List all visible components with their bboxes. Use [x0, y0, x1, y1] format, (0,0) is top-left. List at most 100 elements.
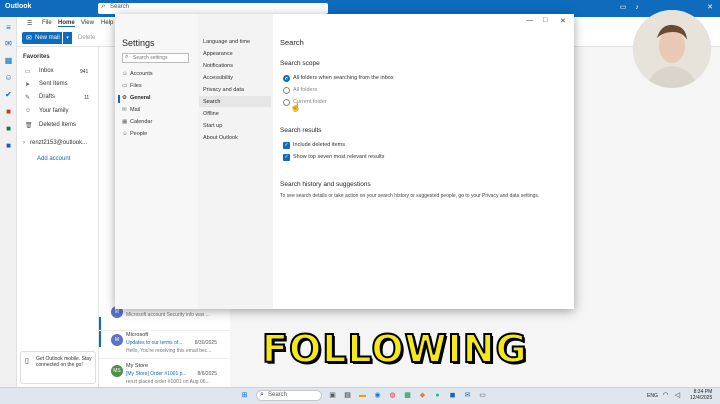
close-icon[interactable]: ✕ — [705, 3, 715, 13]
subnav-accessibility[interactable]: Accessibility — [203, 75, 233, 81]
file-explorer-icon[interactable]: ▬ — [357, 390, 368, 401]
subnav-startup[interactable]: Start up — [203, 123, 222, 129]
speaker-icon[interactable]: ◁ — [672, 390, 683, 401]
todo-icon[interactable]: ✔ — [3, 89, 14, 100]
message-preview: Microsoft account Security info was ... — [126, 312, 210, 318]
wifi-icon[interactable]: ◠ — [660, 390, 671, 401]
nav-people-label: People — [130, 131, 148, 137]
list-item[interactable]: M Microsoft Updates to our terms of... 8… — [99, 329, 231, 359]
account-name[interactable]: renzt2153@outlook... — [30, 140, 87, 146]
delete-button[interactable]: Delete — [78, 35, 95, 41]
minimize-icon[interactable]: — — [526, 17, 533, 24]
inbox-icon: ▭ — [25, 69, 31, 75]
group-icon: ☺ — [25, 108, 32, 114]
task-view-icon[interactable]: ▤ — [342, 390, 353, 401]
search-box[interactable]: ⌕ Search — [98, 3, 328, 14]
taskbar-search-label: Search — [268, 392, 288, 398]
mail-icon: ✉ — [122, 107, 127, 113]
settings-search-input[interactable]: ⌕ Search settings — [122, 53, 189, 63]
message-preview: renzt placed order #1001 on Aug 06... — [126, 379, 210, 385]
checkbox-top-seven[interactable]: ✓ — [283, 154, 290, 161]
subnav-notifications[interactable]: Notifications — [203, 63, 233, 69]
mail-icon[interactable]: ✉ — [3, 38, 14, 49]
favorites-header[interactable]: Favorites — [23, 54, 50, 60]
message-subject: Updates to our terms of... — [126, 340, 183, 346]
subnav-offline[interactable]: Offline — [203, 111, 219, 117]
screen: Outlook ⌕ Search ▭ ♪ ✕ ≡ ✉ ▦ ☺ ✔ ■ ■ ■ ☰… — [0, 0, 720, 404]
folder-drafts[interactable]: Drafts — [39, 94, 55, 100]
drafts-count: 11 — [84, 95, 90, 101]
list-item[interactable]: MS My Store [My Store] Order #1001 p... … — [99, 360, 231, 390]
promo-text: Get Outlook mobile. Stay connected on th… — [36, 356, 92, 368]
subnav-language[interactable]: Language and time — [203, 39, 250, 45]
mobile-promo[interactable]: ▯ Get Outlook mobile. Stay connected on … — [20, 351, 96, 384]
new-mail-label: New mail — [35, 35, 60, 41]
people-icon[interactable]: ☺ — [3, 72, 14, 83]
settings-search-placeholder: Search settings — [133, 55, 168, 61]
radio-all-folders-inbox[interactable] — [283, 75, 290, 82]
dialog-close-icon[interactable]: ✕ — [560, 17, 566, 25]
windows-start-icon[interactable]: ⊞ — [239, 390, 250, 401]
subnav-privacy[interactable]: Privacy and data — [203, 87, 244, 93]
checkbox-include-deleted[interactable]: ✓ — [283, 142, 290, 149]
bell-icon[interactable]: ♪ — [632, 3, 642, 13]
edge-icon[interactable]: ◉ — [372, 390, 383, 401]
nav-people[interactable]: ☺ People — [122, 131, 147, 137]
settings-content — [273, 14, 574, 309]
folder-pane: Favorites ▭ Inbox 941 ➤ Sent Items ✎ Dra… — [17, 47, 98, 387]
nav-accounts[interactable]: ☺ Accounts — [122, 71, 153, 77]
maximize-icon[interactable]: □ — [543, 17, 547, 24]
person-icon: ☺ — [122, 71, 128, 77]
gear-icon: ⚙ — [122, 95, 127, 101]
message-subject: [My Store] Order #1001 p... — [126, 371, 187, 377]
nav-general[interactable]: ⚙ General — [122, 95, 150, 101]
clock-date: 12/4/2025 — [690, 395, 713, 401]
app-icon[interactable]: ▭ — [477, 390, 488, 401]
nav-calendar[interactable]: ▦ Calendar — [122, 119, 152, 125]
tab-help[interactable]: Help — [101, 20, 113, 26]
nav-files[interactable]: ▭ Files — [122, 83, 142, 89]
nav-mail[interactable]: ✉ Mail — [122, 107, 140, 113]
radio-current-folder[interactable] — [283, 99, 290, 106]
meet-now-icon[interactable]: ▭ — [618, 3, 628, 13]
settings-subnav — [198, 14, 273, 309]
nav-calendar-label: Calendar — [130, 119, 153, 125]
add-account-button[interactable]: Add account — [37, 156, 70, 162]
menu-icon[interactable]: ≡ — [3, 22, 14, 33]
folder-family[interactable]: Your family — [39, 108, 68, 114]
folder-deleted[interactable]: Deleted Items — [39, 122, 76, 128]
message-preview: Hello, You're receiving this email bec..… — [126, 348, 212, 354]
tab-view[interactable]: View — [81, 20, 94, 26]
excel-icon[interactable]: ■ — [3, 123, 14, 134]
store-icon[interactable]: ▦ — [402, 390, 413, 401]
word-icon[interactable]: ■ — [3, 140, 14, 151]
clock[interactable]: 8:34 PM 12/4/2025 — [690, 389, 712, 401]
widgets-icon[interactable]: ▣ — [327, 390, 338, 401]
folder-inbox[interactable]: Inbox — [39, 68, 54, 74]
subnav-search[interactable]: Search — [203, 99, 220, 105]
radio-label-all-folders: All folders — [293, 87, 318, 93]
calendar-icon[interactable]: ▦ — [3, 55, 14, 66]
chrome-icon[interactable]: ◍ — [387, 390, 398, 401]
settings-dialog: — □ ✕ Settings ⌕ Search settings ☺ Accoun… — [115, 14, 574, 309]
avatar: MS — [111, 365, 123, 377]
subnav-appearance[interactable]: Appearance — [203, 51, 233, 57]
tab-file[interactable]: File — [42, 20, 52, 26]
nav-accounts-label: Accounts — [130, 71, 153, 77]
app-icon[interactable]: ● — [432, 390, 443, 401]
radio-all-folders[interactable] — [283, 87, 290, 94]
tab-home[interactable]: Home — [58, 20, 75, 27]
compose-icon: ✉ — [26, 35, 32, 42]
language-indicator[interactable]: ENG — [647, 393, 658, 399]
taskbar-search[interactable]: ⌕ Search — [256, 390, 322, 401]
folder-sent[interactable]: Sent Items — [39, 81, 68, 87]
phone-icon: ▯ — [25, 358, 29, 365]
subnav-about[interactable]: About Outlook — [203, 135, 238, 141]
new-mail-dropdown[interactable]: ▾ — [62, 32, 72, 44]
app-icon[interactable]: ◼ — [447, 390, 458, 401]
people-icon: ☺ — [122, 131, 128, 137]
office-icon[interactable]: ■ — [3, 106, 14, 117]
app-icon[interactable]: ◆ — [417, 390, 428, 401]
outlook-icon[interactable]: ✉ — [462, 390, 473, 401]
menu-toggle-icon[interactable]: ☰ — [27, 20, 32, 27]
